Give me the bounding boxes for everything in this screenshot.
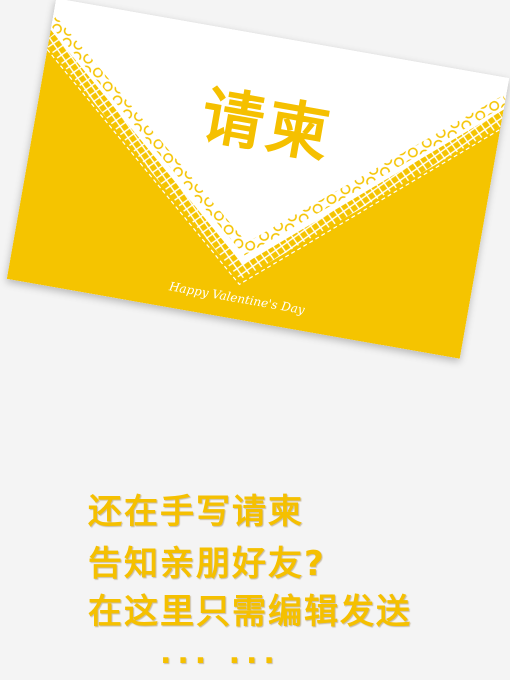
headline-line-2: 告知亲朋好友? xyxy=(88,544,326,584)
ellipsis-indicator: ... ... xyxy=(160,636,281,671)
invitation-card: 请柬 Happy Valentine's Day xyxy=(6,0,510,359)
headline-line-3: 在这里只需编辑发送 xyxy=(88,592,412,632)
headline-line-1: 还在手写请柬 xyxy=(88,492,304,532)
